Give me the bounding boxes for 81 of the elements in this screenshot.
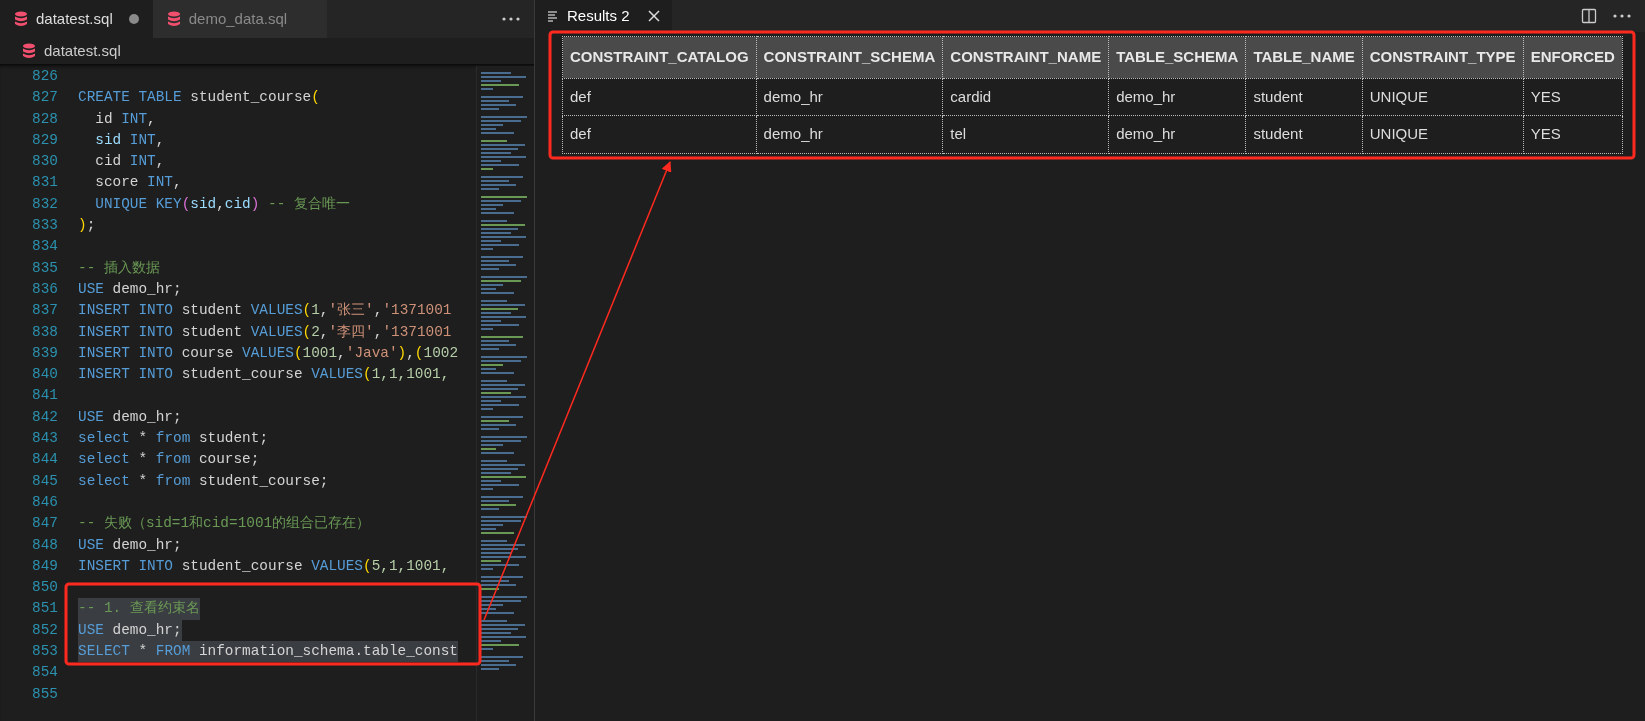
line-number: 852 (32, 621, 58, 638)
line-number: 850 (32, 579, 58, 596)
line-number: 826 (32, 68, 58, 84)
line-number: 838 (32, 323, 58, 340)
column-header: CONSTRAINT_TYPE (1362, 36, 1524, 78)
code-line: USE demo_hr; (78, 279, 182, 299)
list-icon (547, 10, 559, 22)
column-header: CONSTRAINT_CATALOG (562, 36, 757, 78)
code-line: INSERT INTO student VALUES(2,'李四','1371001 (78, 322, 452, 342)
line-number: 829 (32, 131, 58, 148)
line-number: 849 (32, 557, 58, 574)
table-cell: cardid (942, 78, 1109, 116)
code-line: CREATE TABLE student_course( (78, 88, 320, 108)
column-header: TABLE_SCHEMA (1108, 36, 1246, 78)
table-cell: UNIQUE (1362, 115, 1524, 153)
line-number: 833 (32, 217, 58, 234)
code-line: select * from student; (78, 429, 269, 449)
code-line: score INT, (94, 173, 182, 193)
line-number: 834 (32, 238, 58, 255)
breadcrumb-item[interactable]: datatest.sql (44, 39, 121, 63)
table-cell: demo_hr (1108, 78, 1246, 116)
code-line: id INT, (94, 109, 156, 129)
database-icon (22, 43, 36, 59)
code-line: INSERT INTO student VALUES(1,'张三','1371001 (78, 301, 452, 321)
column-header: TABLE_NAME (1245, 36, 1363, 78)
column-header: CONSTRAINT_SCHEMA (756, 36, 943, 78)
line-number: 855 (32, 685, 58, 702)
code-line: ); (78, 216, 96, 236)
line-number: 847 (32, 515, 58, 532)
database-icon (166, 11, 181, 27)
results-tab[interactable]: Results 2 (535, 0, 672, 32)
line-number: 845 (32, 472, 58, 489)
database-icon (14, 11, 28, 27)
table-cell: student (1245, 115, 1363, 153)
column-header: ENFORCED (1523, 36, 1623, 78)
code-line: -- 失败（sid=1和cid=1001的组合已存在） (78, 514, 371, 534)
table-cell: def (562, 115, 757, 153)
line-number: 842 (32, 408, 58, 425)
code-line: select * from student_course; (78, 471, 329, 491)
line-number: 835 (32, 259, 58, 276)
line-number: 837 (32, 302, 58, 319)
table-cell: student (1245, 78, 1363, 116)
line-number: 831 (32, 174, 58, 191)
code-line: UNIQUE KEY(sid,cid) -- 复合唯一 (94, 194, 350, 214)
line-number: 844 (32, 451, 58, 468)
code-line: USE demo_hr; (78, 535, 182, 555)
editor-tab[interactable]: demo_data.sql (152, 0, 328, 38)
table-cell: UNIQUE (1362, 78, 1524, 116)
line-number: 832 (32, 195, 58, 212)
line-number: 848 (32, 536, 58, 553)
line-number: 846 (32, 493, 58, 510)
table-cell: demo_hr (756, 78, 943, 116)
code-line: INSERT INTO course VALUES(1001,'Java'),(1002 (78, 343, 459, 363)
table-cell: demo_hr (756, 115, 943, 153)
code-line: cid INT, (94, 152, 165, 172)
close-icon[interactable] (647, 10, 660, 22)
minimap[interactable] (476, 66, 534, 721)
code-line: INSERT INTO student_course VALUES(1,1,1001, (78, 365, 450, 385)
editor-tab[interactable]: datatest.sql (0, 0, 153, 38)
line-number: 841 (32, 387, 58, 404)
line-number: 854 (32, 664, 58, 681)
code-line: sid INT, (94, 130, 165, 150)
code-line: select * from course; (78, 450, 260, 470)
line-number: 843 (32, 430, 58, 447)
line-number: 828 (32, 110, 58, 127)
column-header: CONSTRAINT_NAME (942, 36, 1109, 78)
code-line: -- 插入数据 (78, 258, 160, 278)
line-number: 836 (32, 280, 58, 297)
line-number: 827 (32, 89, 58, 106)
table-cell: YES (1523, 115, 1623, 153)
line-number: 853 (32, 643, 58, 659)
line-number: 840 (32, 366, 58, 383)
code-line: INSERT INTO student_course VALUES(5,1,1001, (78, 556, 450, 576)
table-cell: def (562, 78, 757, 116)
code-line: USE demo_hr; (78, 407, 182, 427)
line-number: 839 (32, 344, 58, 361)
table-cell: YES (1523, 78, 1623, 116)
table-cell: tel (942, 115, 1109, 153)
table-cell: demo_hr (1108, 115, 1246, 153)
line-number: 851 (32, 600, 58, 617)
line-number: 830 (32, 153, 58, 170)
